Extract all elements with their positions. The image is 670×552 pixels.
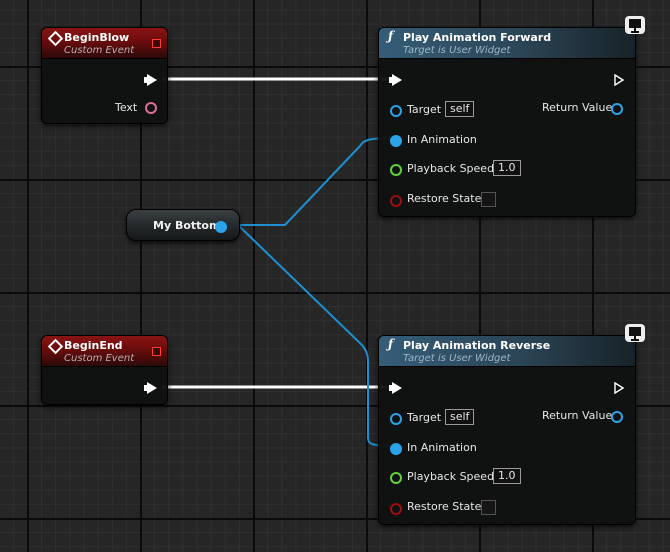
exec-out-pin[interactable]	[144, 382, 157, 394]
restore-state-checkbox[interactable]	[481, 500, 496, 515]
begin-end-subtitle: Custom Event	[64, 353, 135, 364]
exec-in-pin[interactable]	[389, 382, 402, 394]
exec-out-pin[interactable]	[614, 74, 624, 86]
exec-out-pin[interactable]	[614, 382, 624, 394]
in-animation-label: In Animation	[407, 133, 477, 146]
text-pin-label: Text	[115, 101, 138, 114]
begin-blow-subtitle: Custom Event	[64, 45, 135, 56]
function-f-icon: ƒ	[388, 337, 394, 351]
play-forward-header[interactable]: ƒ Play Animation Forward Target is User …	[379, 28, 635, 59]
playback-speed-label: Playback Speed	[407, 162, 495, 175]
event-diamond-icon	[47, 338, 64, 355]
play-reverse-subtitle: Target is User Widget	[403, 353, 511, 364]
restore-state-label: Restore State	[407, 192, 482, 205]
begin-blow-node[interactable]: BeginBlow Custom Event Text	[41, 27, 168, 124]
return-value-pin[interactable]	[611, 103, 623, 115]
begin-end-header[interactable]: BeginEnd Custom Event	[42, 336, 167, 367]
widget-monitor-icon	[625, 16, 645, 34]
play-reverse-title: Play Animation Reverse	[403, 339, 551, 352]
play-reverse-header[interactable]: ƒ Play Animation Reverse Target is User …	[379, 336, 635, 367]
text-pin[interactable]	[145, 102, 157, 114]
begin-blow-header[interactable]: BeginBlow Custom Event	[42, 28, 167, 59]
in-animation-label: In Animation	[407, 441, 477, 454]
begin-end-title: BeginEnd	[64, 339, 123, 352]
return-value-label: Return Value	[542, 409, 613, 422]
playback-speed-pin[interactable]	[390, 164, 402, 176]
target-pin[interactable]	[390, 413, 402, 425]
restore-state-pin[interactable]	[390, 503, 402, 515]
begin-blow-title: BeginBlow	[64, 31, 130, 44]
exec-in-pin[interactable]	[389, 74, 402, 86]
my-bottom-output-pin[interactable]	[215, 221, 227, 233]
event-diamond-icon	[47, 30, 64, 47]
restore-state-pin[interactable]	[390, 195, 402, 207]
delegate-pin-icon[interactable]	[152, 39, 161, 48]
play-animation-reverse-node[interactable]: ƒ Play Animation Reverse Target is User …	[378, 335, 636, 525]
target-value-field[interactable]: self	[445, 101, 475, 117]
play-animation-forward-node[interactable]: ƒ Play Animation Forward Target is User …	[378, 27, 636, 217]
play-forward-subtitle: Target is User Widget	[403, 45, 511, 56]
exec-out-pin[interactable]	[144, 74, 157, 86]
return-value-label: Return Value	[542, 101, 613, 114]
my-bottom-label: My Bottom	[153, 219, 221, 232]
playback-speed-pin[interactable]	[390, 472, 402, 484]
widget-monitor-icon	[625, 324, 645, 342]
in-animation-pin[interactable]	[390, 135, 402, 147]
function-f-icon: ƒ	[388, 29, 394, 43]
target-label: Target	[407, 103, 442, 116]
target-label: Target	[407, 411, 442, 424]
delegate-pin-icon[interactable]	[152, 347, 161, 356]
wire-mybottom-reverse	[237, 224, 395, 447]
restore-state-label: Restore State	[407, 500, 482, 513]
target-pin[interactable]	[390, 105, 402, 117]
play-forward-title: Play Animation Forward	[403, 31, 552, 44]
wire-mybottom-forward	[220, 137, 395, 226]
target-value-field[interactable]: self	[445, 409, 475, 425]
playback-speed-field[interactable]: 1.0	[493, 160, 521, 176]
return-value-pin[interactable]	[611, 411, 623, 423]
begin-end-node[interactable]: BeginEnd Custom Event	[41, 335, 168, 405]
my-bottom-variable-node[interactable]: My Bottom	[126, 209, 240, 241]
restore-state-checkbox[interactable]	[481, 192, 496, 207]
playback-speed-label: Playback Speed	[407, 470, 495, 483]
in-animation-pin[interactable]	[390, 443, 402, 455]
playback-speed-field[interactable]: 1.0	[493, 468, 521, 484]
